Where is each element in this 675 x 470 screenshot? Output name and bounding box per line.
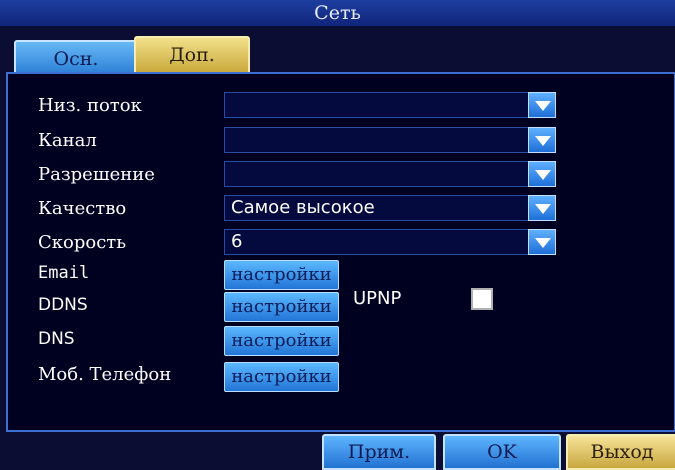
bitrate-select[interactable]: 6 <box>224 229 534 255</box>
tab-main[interactable]: Осн. <box>14 40 138 74</box>
footer-bar: Прим. OK Выход <box>0 430 675 470</box>
mobile-phone-label: Моб. Телефон <box>38 364 172 385</box>
ddns-label: DDNS <box>38 295 88 315</box>
dns-label: DNS <box>38 329 75 349</box>
ddns-settings-button[interactable]: настройки <box>224 292 339 322</box>
email-label: Email <box>38 263 90 283</box>
upnp-label: UPNP <box>353 288 402 309</box>
channel-select[interactable] <box>224 127 534 153</box>
chevron-down-icon[interactable] <box>528 229 556 255</box>
quality-select[interactable]: Самое высокое <box>224 195 534 221</box>
network-dialog: Сеть Осн. Доп. Низ. поток Канал Разрешен… <box>0 0 675 470</box>
channel-label: Канал <box>38 130 97 151</box>
chevron-down-icon[interactable] <box>528 195 556 221</box>
chevron-down-icon[interactable] <box>528 127 556 153</box>
resolution-select[interactable] <box>224 161 534 187</box>
chevron-down-icon[interactable] <box>528 161 556 187</box>
substream-label: Низ. поток <box>38 95 142 116</box>
chevron-down-icon[interactable] <box>528 92 556 118</box>
email-settings-button[interactable]: настройки <box>224 260 339 290</box>
tab-extra[interactable]: Доп. <box>134 36 250 72</box>
upnp-checkbox[interactable] <box>471 288 493 310</box>
quality-label: Качество <box>38 198 127 219</box>
window-title: Сеть <box>0 0 675 26</box>
dns-settings-button[interactable]: настройки <box>224 326 339 356</box>
substream-select[interactable] <box>224 92 534 118</box>
bitrate-label: Скорость <box>38 232 127 253</box>
resolution-label: Разрешение <box>38 164 155 185</box>
mobile-settings-button[interactable]: настройки <box>224 362 339 392</box>
